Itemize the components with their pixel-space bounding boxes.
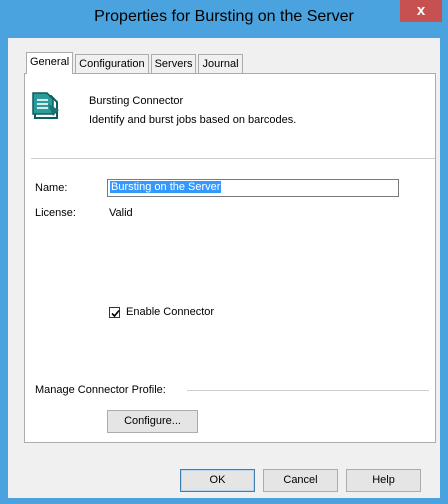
manage-profile-label: Manage Connector Profile: <box>35 384 166 396</box>
tab-configuration[interactable]: Configuration <box>75 54 149 73</box>
close-icon: x <box>416 2 426 19</box>
tab-journal[interactable]: Journal <box>198 54 243 73</box>
help-button[interactable]: Help <box>346 469 421 492</box>
tab-general[interactable]: General <box>26 52 74 74</box>
window-title: Properties for Bursting on the Server <box>94 8 354 25</box>
separator <box>31 158 435 159</box>
profile-group-line <box>187 390 429 391</box>
enable-connector-label: Enable Connector <box>126 306 215 318</box>
enable-connector-checkbox[interactable] <box>109 306 120 318</box>
tab-servers[interactable]: Servers <box>150 54 197 73</box>
properties-dialog: Properties for Bursting on the Server x … <box>0 0 448 504</box>
configure-button[interactable]: Configure... <box>107 410 198 433</box>
license-label: License: <box>35 207 76 219</box>
name-input[interactable]: Bursting on the Server <box>107 179 399 197</box>
title-bar[interactable]: Properties for Bursting on the Server x <box>0 0 448 38</box>
dialog-client-area: General Configuration Servers Journal Bu… <box>8 38 440 498</box>
connector-name: Bursting Connector <box>89 95 184 107</box>
connector-document-icon <box>31 90 61 120</box>
ok-button[interactable]: OK <box>180 469 255 492</box>
name-input-value: Bursting on the Server <box>110 181 222 193</box>
enable-connector-option[interactable]: Enable Connector <box>109 306 214 318</box>
tab-strip: General Configuration Servers Journal <box>26 52 245 74</box>
cancel-button[interactable]: Cancel <box>263 469 338 492</box>
connector-description: Identify and burst jobs based on barcode… <box>89 114 297 126</box>
license-value: Valid <box>109 207 133 219</box>
close-button[interactable]: x <box>400 0 442 22</box>
checkmark-icon <box>111 309 120 317</box>
name-label: Name: <box>35 182 68 194</box>
general-tab-panel: Bursting Connector Identify and burst jo… <box>24 73 436 443</box>
